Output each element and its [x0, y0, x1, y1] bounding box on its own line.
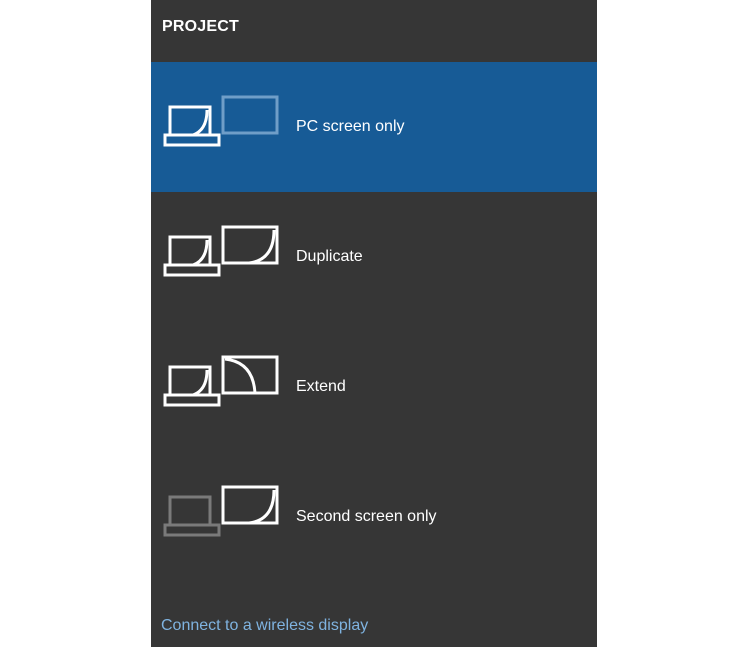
- project-panel: PROJECT PC screen only Duplicate Extend …: [151, 0, 597, 647]
- option-label: PC screen only: [296, 118, 405, 135]
- option-pc-screen-only[interactable]: PC screen only: [151, 62, 597, 192]
- panel-title: PROJECT: [162, 18, 239, 35]
- duplicate-icon: [163, 225, 279, 277]
- option-label: Extend: [296, 378, 346, 395]
- extend-icon: [163, 355, 279, 407]
- pc-screen-only-icon: [163, 95, 279, 147]
- second-screen-only-icon: [163, 485, 279, 537]
- option-second-screen-only[interactable]: Second screen only: [151, 452, 597, 582]
- option-duplicate[interactable]: Duplicate: [151, 192, 597, 322]
- option-label: Duplicate: [296, 248, 363, 265]
- option-label: Second screen only: [296, 508, 437, 525]
- connect-wireless-display-link[interactable]: Connect to a wireless display: [161, 617, 368, 635]
- option-extend[interactable]: Extend: [151, 322, 597, 452]
